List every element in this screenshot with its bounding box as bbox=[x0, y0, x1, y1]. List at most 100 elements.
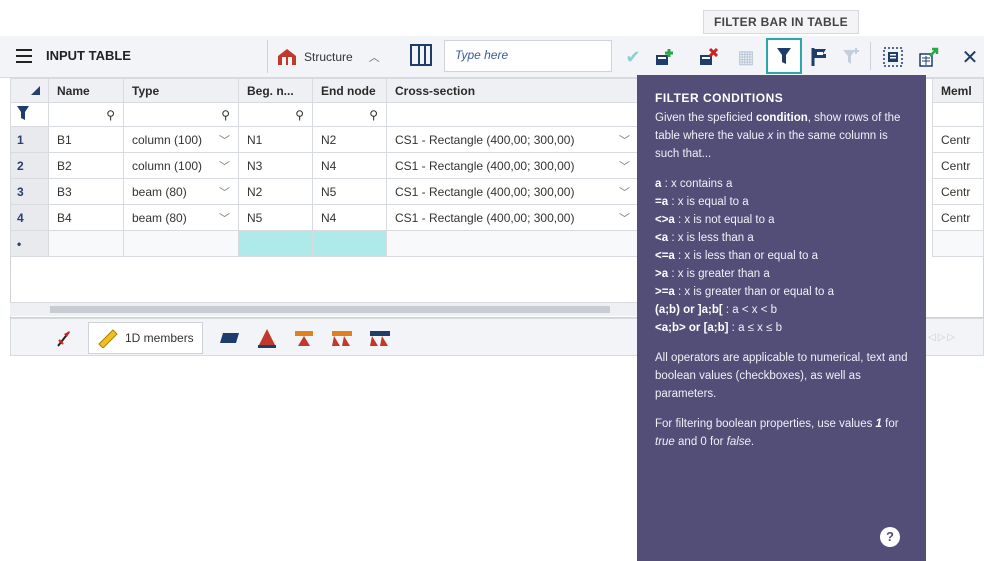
cell-type[interactable]: beam (80) ﹀ bbox=[123, 204, 239, 231]
cell-end-node[interactable]: N4 bbox=[312, 204, 387, 231]
cell-type[interactable]: column (100) ﹀ bbox=[123, 152, 239, 179]
search-icon: ⚲ bbox=[295, 107, 304, 122]
cell-name[interactable]: B4 bbox=[48, 204, 124, 231]
cell-cross-section[interactable]: CS1 - Rectangle (400,00; 300,00) ﹀ bbox=[386, 152, 639, 179]
help-icon[interactable]: ? bbox=[880, 527, 900, 547]
column-header-name[interactable]: Name bbox=[48, 78, 124, 103]
support-icon[interactable] bbox=[255, 326, 279, 350]
filter-cell-name[interactable]: ⚲ bbox=[48, 102, 124, 127]
flag-icon[interactable] bbox=[806, 44, 832, 70]
edge-support-icon[interactable] bbox=[368, 326, 392, 350]
filter-row-marker bbox=[10, 102, 49, 127]
tooltip-title-filter-bar: FILTER BAR IN TABLE bbox=[703, 10, 859, 34]
cell-member[interactable]: Centr bbox=[932, 204, 984, 231]
chevron-down-icon[interactable]: ﹀ bbox=[619, 158, 630, 174]
column-header-member[interactable]: Meml bbox=[932, 78, 984, 103]
structure-dropdown[interactable]: Structure ︿ bbox=[267, 40, 400, 73]
new-row[interactable]: • bbox=[10, 230, 639, 257]
cell-beg-node[interactable]: N2 bbox=[238, 178, 313, 205]
add-row-icon[interactable] bbox=[652, 44, 678, 70]
chevron-down-icon[interactable]: ﹀ bbox=[619, 210, 630, 226]
filter-bar-button[interactable] bbox=[766, 38, 802, 74]
horizontal-scrollbar[interactable] bbox=[10, 302, 638, 316]
structure-icon bbox=[278, 48, 296, 65]
new-cell-name[interactable] bbox=[48, 230, 124, 257]
cell-type[interactable]: beam (80) ﹀ bbox=[123, 178, 239, 205]
structure-label: Structure bbox=[304, 49, 353, 64]
new-cell-type[interactable] bbox=[123, 230, 239, 257]
chevron-down-icon[interactable]: ﹀ bbox=[219, 132, 230, 148]
cell-end-node[interactable]: N5 bbox=[312, 178, 387, 205]
cell-beg-node[interactable]: N3 bbox=[238, 152, 313, 179]
hinge-icon[interactable] bbox=[292, 326, 316, 350]
row-index[interactable]: 2 bbox=[10, 152, 49, 179]
chevron-down-icon[interactable]: ﹀ bbox=[219, 210, 230, 226]
chevron-down-icon[interactable]: ﹀ bbox=[219, 158, 230, 174]
cell-type-value: beam (80) bbox=[132, 184, 187, 199]
chevron-down-icon[interactable]: ﹀ bbox=[619, 184, 630, 200]
chevron-down-icon[interactable]: ﹀ bbox=[219, 184, 230, 200]
cell-type-value: beam (80) bbox=[132, 210, 187, 225]
cell-cross-section[interactable]: CS1 - Rectangle (400,00; 300,00) ﹀ bbox=[386, 126, 639, 153]
cell-cross-section[interactable]: CS1 - Rectangle (400,00; 300,00) ﹀ bbox=[386, 178, 639, 205]
tab-pager-arrows-icon[interactable]: ◁▷▷ bbox=[928, 332, 957, 343]
column-header-type[interactable]: Type bbox=[123, 78, 239, 103]
cell-name[interactable]: B3 bbox=[48, 178, 124, 205]
column-header-cross-section[interactable]: Cross-section bbox=[386, 78, 639, 103]
tab-1d-members-label: 1D members bbox=[125, 331, 194, 345]
confirm-icon[interactable]: ✔ bbox=[620, 44, 646, 70]
filter-cell-end-node[interactable]: ⚲ bbox=[312, 102, 387, 127]
cell-name[interactable]: B2 bbox=[48, 152, 124, 179]
slab-icon[interactable] bbox=[218, 326, 242, 350]
cell-type-value: column (100) bbox=[132, 158, 203, 173]
new-cell-member[interactable] bbox=[932, 230, 984, 257]
operator-item: (a;b) or ]a;b[ : a < x < b bbox=[655, 304, 778, 316]
cell-end-node[interactable]: N2 bbox=[312, 126, 387, 153]
node-icon[interactable] bbox=[52, 326, 76, 350]
filter-cell-member[interactable] bbox=[932, 102, 984, 127]
table-settings-icon[interactable]: ▦ bbox=[733, 44, 759, 70]
menu-icon[interactable] bbox=[16, 49, 32, 63]
row-index[interactable]: 3 bbox=[10, 178, 49, 205]
table-row[interactable]: 3 B3 beam (80) ﹀ N2 N5 CS1 - Rectangle (4… bbox=[10, 178, 639, 205]
operator-item: <=a : x is less than or equal to a bbox=[655, 250, 819, 262]
new-cell-beg-node[interactable] bbox=[238, 230, 313, 257]
row-index[interactable]: 1 bbox=[10, 126, 49, 153]
filter-cell-cross-section[interactable] bbox=[386, 102, 639, 127]
operator-item: <a : x is less than a bbox=[655, 232, 754, 244]
clear-filter-icon[interactable] bbox=[838, 44, 864, 70]
new-cell-cross-section[interactable] bbox=[386, 230, 639, 257]
scrollbar-thumb[interactable] bbox=[50, 306, 610, 313]
delete-row-icon[interactable] bbox=[696, 44, 722, 70]
column-chooser-icon[interactable] bbox=[410, 44, 432, 66]
tooltip-note-operators: All operators are applicable to numerica… bbox=[655, 352, 908, 400]
cell-cross-section[interactable]: CS1 - Rectangle (400,00; 300,00) ﹀ bbox=[386, 204, 639, 231]
cell-member[interactable]: Centr bbox=[932, 126, 984, 153]
select-all-icon[interactable] bbox=[880, 44, 906, 70]
cell-type[interactable]: column (100) ﹀ bbox=[123, 126, 239, 153]
table-row[interactable]: 4 B4 beam (80) ﹀ N5 N4 CS1 - Rectangle (4… bbox=[10, 204, 639, 231]
cell-beg-node[interactable]: N5 bbox=[238, 204, 313, 231]
chevron-down-icon[interactable]: ﹀ bbox=[619, 132, 630, 148]
line-support-icon[interactable] bbox=[330, 326, 354, 350]
new-cell-end-node[interactable] bbox=[312, 230, 387, 257]
cell-end-node[interactable]: N4 bbox=[312, 152, 387, 179]
cell-beg-node[interactable]: N1 bbox=[238, 126, 313, 153]
cell-member[interactable]: Centr bbox=[932, 152, 984, 179]
filter-cell-type[interactable]: ⚲ bbox=[123, 102, 239, 127]
row-index[interactable]: 4 bbox=[10, 204, 49, 231]
tab-1d-members[interactable]: 1D members bbox=[88, 322, 203, 354]
search-input[interactable]: Type here bbox=[444, 40, 612, 72]
table-row[interactable]: 2 B2 column (100) ﹀ N3 N4 CS1 - Rectangle… bbox=[10, 152, 639, 179]
cell-member[interactable]: Centr bbox=[932, 178, 984, 205]
column-header-beg-node[interactable]: Beg. n... bbox=[238, 78, 313, 103]
select-all-corner[interactable] bbox=[10, 78, 49, 103]
column-header-end-node[interactable]: End node bbox=[312, 78, 387, 103]
filter-cell-beg-node[interactable]: ⚲ bbox=[238, 102, 313, 127]
export-icon[interactable] bbox=[916, 44, 942, 70]
operator-item: =a : x is equal to a bbox=[655, 196, 749, 208]
close-icon[interactable]: ✕ bbox=[957, 44, 983, 70]
chevron-up-icon: ︿ bbox=[368, 51, 380, 64]
table-row[interactable]: 1 B1 column (100) ﹀ N1 N2 CS1 - Rectangle… bbox=[10, 126, 639, 153]
cell-name[interactable]: B1 bbox=[48, 126, 124, 153]
